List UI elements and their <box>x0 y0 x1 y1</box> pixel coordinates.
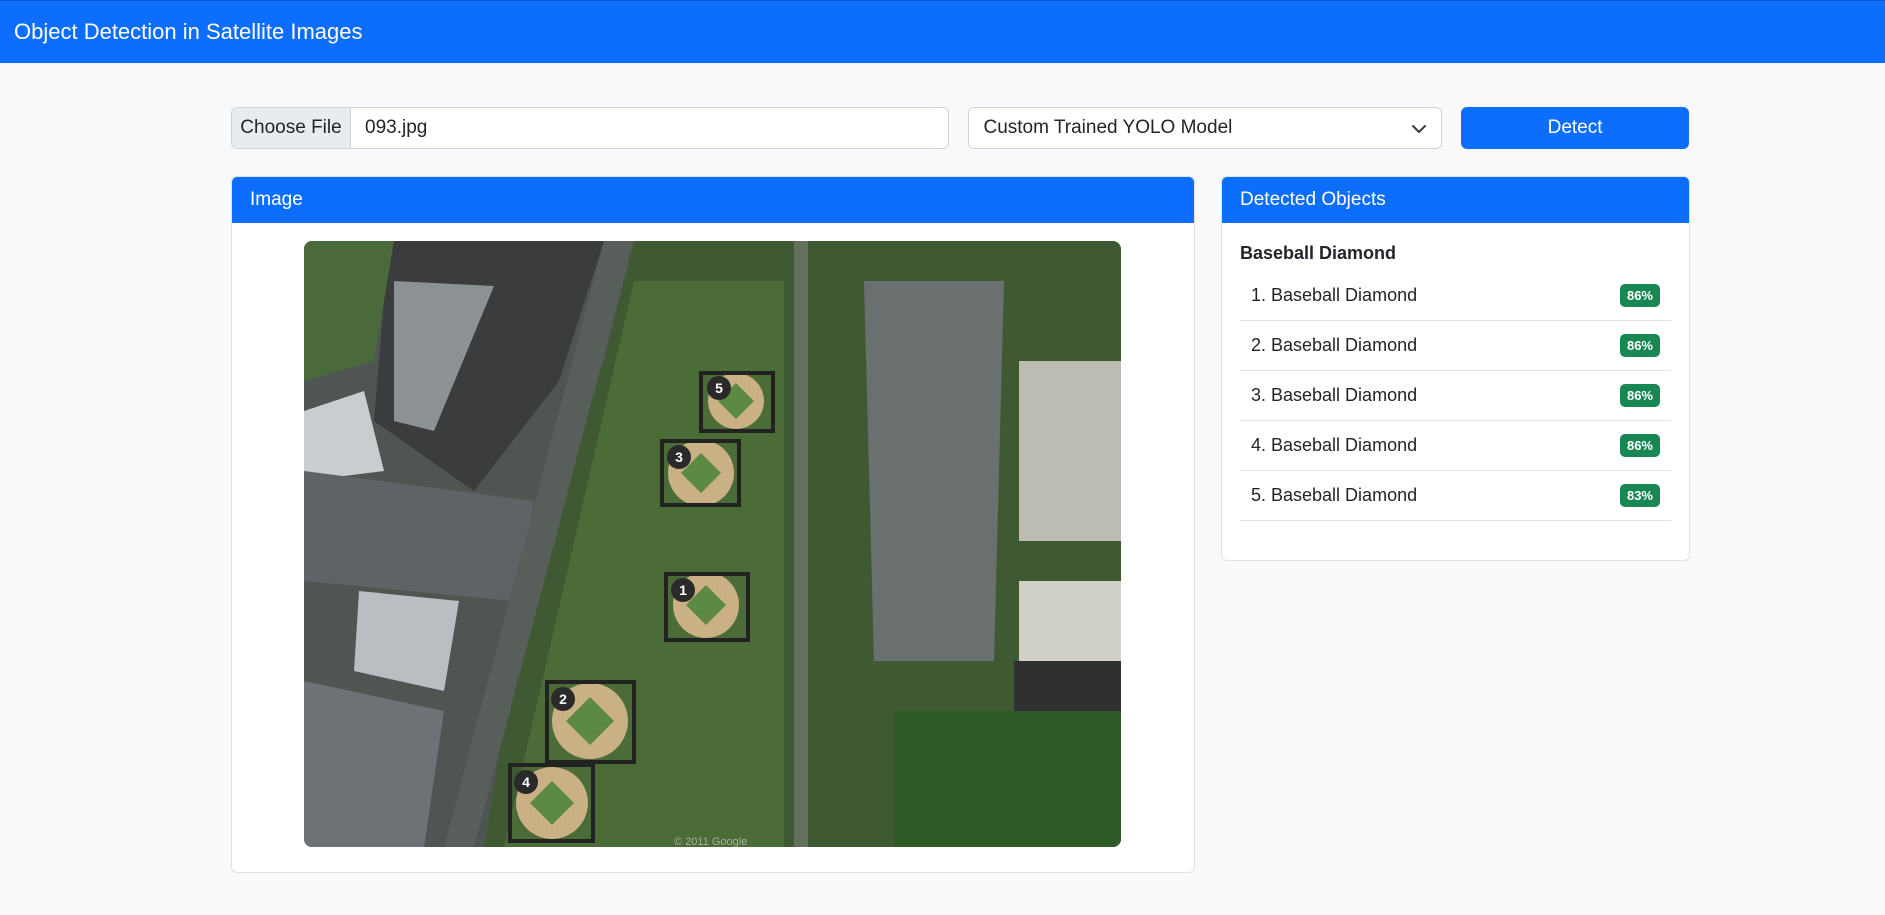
object-label: 4. Baseball Diamond <box>1251 435 1418 455</box>
list-item[interactable]: 2. Baseball Diamond 86% <box>1240 321 1671 371</box>
image-card: Image 5 3 1 2 4 © 2011 Google <box>231 176 1195 873</box>
satellite-image: 5 3 1 2 4 © 2011 Google <box>304 241 1121 847</box>
confidence-badge: 86% <box>1619 434 1660 457</box>
detected-objects-list: 1. Baseball Diamond 86% 2. Baseball Diam… <box>1240 271 1671 521</box>
detect-button[interactable]: Detect <box>1461 107 1689 149</box>
object-group-title: Baseball Diamond <box>1240 243 1397 263</box>
choose-file-button[interactable]: Choose File <box>232 108 351 148</box>
model-select-value: Custom Trained YOLO Model <box>983 117 1233 138</box>
marker-label-4: 4 <box>522 774 530 790</box>
confidence-badge: 86% <box>1619 284 1660 307</box>
confidence-badge: 86% <box>1619 384 1660 407</box>
object-label: 1. Baseball Diamond <box>1251 285 1418 305</box>
object-label: 5. Baseball Diamond <box>1251 485 1418 505</box>
chevron-down-icon <box>1412 125 1427 133</box>
top-navbar: Object Detection in Satellite Images <box>0 0 1885 63</box>
model-select[interactable]: Custom Trained YOLO Model <box>968 107 1443 149</box>
confidence-badge: 83% <box>1619 484 1660 507</box>
list-item[interactable]: 1. Baseball Diamond 86% <box>1240 271 1671 321</box>
image-card-header: Image <box>232 177 1194 223</box>
object-label: 2. Baseball Diamond <box>1251 335 1418 355</box>
file-input[interactable]: Choose File 093.jpg <box>231 107 950 149</box>
satellite-image-graphic: 5 3 1 2 4 © 2011 Google <box>304 241 1121 847</box>
marker-label-1: 1 <box>679 582 687 598</box>
marker-label-5: 5 <box>715 380 723 396</box>
marker-label-2: 2 <box>559 691 567 707</box>
list-item[interactable]: 3. Baseball Diamond 86% <box>1240 371 1671 421</box>
confidence-badge: 86% <box>1619 334 1660 357</box>
detected-objects-card: Detected Objects Baseball Diamond 1. Bas… <box>1221 176 1690 561</box>
file-name-display: 093.jpg <box>365 117 428 138</box>
map-attribution: © 2011 Google <box>674 836 747 847</box>
list-item[interactable]: 4. Baseball Diamond 86% <box>1240 421 1671 471</box>
controls-row: Choose File 093.jpg Custom Trained YOLO … <box>231 107 1689 149</box>
app-title[interactable]: Object Detection in Satellite Images <box>14 19 363 45</box>
marker-label-3: 3 <box>675 449 683 465</box>
list-item[interactable]: 5. Baseball Diamond 83% <box>1240 471 1671 521</box>
detected-objects-header: Detected Objects <box>1222 177 1689 223</box>
object-label: 3. Baseball Diamond <box>1251 385 1418 405</box>
